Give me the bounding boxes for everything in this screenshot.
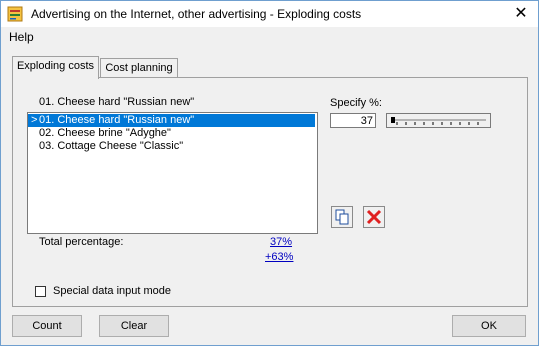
dialog-window: Advertising on the Internet, other adver… xyxy=(0,0,539,346)
list-item[interactable]: 02. Cheese brine "Adyghe" xyxy=(28,127,315,140)
percent-slider[interactable] xyxy=(386,113,491,128)
special-mode-checkbox[interactable] xyxy=(35,286,46,297)
slider-track xyxy=(391,117,486,125)
special-mode-label: Special data input mode xyxy=(53,285,172,297)
menu-bar: Help xyxy=(1,27,538,47)
specify-percent-input[interactable]: 37 xyxy=(330,113,376,128)
current-item-label: 01. Cheese hard "Russian new" xyxy=(39,96,195,108)
total-percentage-value[interactable]: 37% xyxy=(270,236,292,248)
total-percentage-label: Total percentage: xyxy=(39,236,124,248)
list-item-label: 02. Cheese brine "Adyghe" xyxy=(39,127,171,139)
tab-exploding-costs[interactable]: Exploding costs xyxy=(12,56,99,79)
delete-button[interactable] xyxy=(363,206,385,228)
delete-x-icon xyxy=(366,209,382,225)
list-item-label: 03. Cottage Cheese "Classic" xyxy=(39,140,184,152)
remaining-percentage-value[interactable]: +63% xyxy=(265,251,293,263)
list-item-label: 01. Cheese hard "Russian new" xyxy=(39,114,195,126)
menu-help[interactable]: Help xyxy=(9,30,34,44)
slider-thumb xyxy=(391,117,395,123)
ok-button[interactable]: OK xyxy=(452,315,526,337)
close-button[interactable]: ✕ xyxy=(506,2,536,26)
count-button[interactable]: Count xyxy=(12,315,82,337)
tab-cost-planning[interactable]: Cost planning xyxy=(100,58,178,78)
clear-button[interactable]: Clear xyxy=(99,315,169,337)
copy-button[interactable] xyxy=(331,206,353,228)
list-item[interactable]: > 01. Cheese hard "Russian new" xyxy=(28,114,315,127)
product-list[interactable]: > 01. Cheese hard "Russian new" 02. Chee… xyxy=(27,112,318,234)
list-item[interactable]: 03. Cottage Cheese "Classic" xyxy=(28,140,315,153)
window-title: Advertising on the Internet, other adver… xyxy=(31,7,362,21)
copy-icon xyxy=(335,209,349,225)
title-bar: Advertising on the Internet, other adver… xyxy=(1,1,538,27)
app-icon xyxy=(7,6,23,22)
row-marker: > xyxy=(31,114,38,126)
specify-label: Specify %: xyxy=(330,97,382,109)
